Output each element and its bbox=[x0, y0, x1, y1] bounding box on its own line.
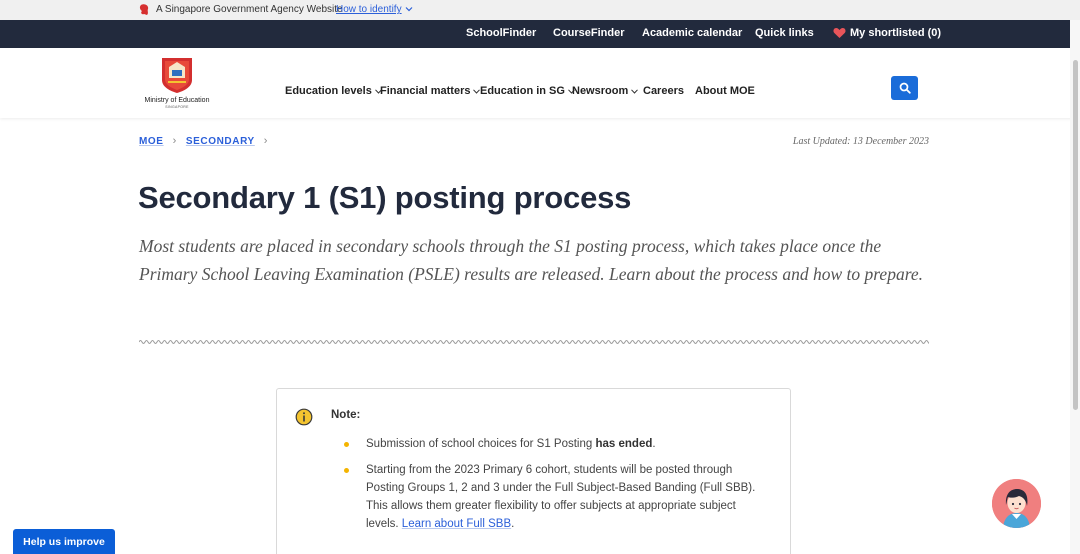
chevron-right-icon: › bbox=[172, 135, 177, 147]
chevron-down-icon[interactable] bbox=[405, 5, 413, 13]
nav-quick-links[interactable]: Quick links bbox=[755, 27, 814, 39]
nav-label: Newsroom bbox=[572, 85, 629, 97]
breadcrumb-moe[interactable]: MOE bbox=[139, 136, 164, 147]
how-to-identify-link[interactable]: How to identify bbox=[336, 4, 402, 15]
nav-about-moe[interactable]: About MOE bbox=[695, 85, 755, 97]
lead-paragraph: Most students are placed in secondary sc… bbox=[139, 236, 924, 284]
nav-label: Education levels bbox=[285, 85, 372, 97]
note-item-end: . bbox=[511, 518, 515, 530]
note-item: Submission of school choices for S1 Post… bbox=[341, 435, 761, 453]
nav-careers[interactable]: Careers bbox=[643, 85, 684, 97]
nav-my-shortlisted[interactable]: My shortlisted (0) bbox=[850, 27, 941, 39]
nav-label: Careers bbox=[643, 85, 684, 97]
main-header: Ministry of Education SINGAPORE Educatio… bbox=[0, 48, 1080, 118]
note-item-text: Submission of school choices for S1 Post… bbox=[366, 438, 596, 450]
search-icon bbox=[899, 82, 911, 94]
page-title: Secondary 1 (S1) posting process bbox=[138, 180, 632, 215]
wavy-divider bbox=[139, 340, 929, 344]
nav-coursefinder[interactable]: CourseFinder bbox=[553, 27, 625, 39]
note-item: Starting from the 2023 Primary 6 cohort,… bbox=[341, 461, 761, 533]
nav-label: About MOE bbox=[695, 85, 755, 97]
government-banner: A Singapore Government Agency Website Ho… bbox=[0, 0, 1080, 20]
chatbot-avatar-icon[interactable] bbox=[992, 479, 1041, 528]
learn-about-full-sbb-link[interactable]: Learn about Full SBB bbox=[402, 518, 511, 530]
scrollbar-thumb[interactable] bbox=[1073, 60, 1078, 410]
heart-icon[interactable] bbox=[833, 27, 846, 39]
note-label: Note: bbox=[331, 409, 361, 421]
chevron-down-icon bbox=[631, 88, 639, 94]
last-updated: Last Updated: 13 December 2023 bbox=[792, 136, 929, 147]
help-us-improve-button[interactable]: Help us improve bbox=[13, 529, 115, 554]
nav-financial-matters[interactable]: Financial matters bbox=[380, 85, 481, 97]
note-callout: Note: Submission of school choices for S… bbox=[276, 388, 791, 554]
moe-logo[interactable]: Ministry of Education SINGAPORE bbox=[143, 56, 211, 116]
nav-education-in-sg[interactable]: Education in SG bbox=[480, 85, 575, 97]
breadcrumb-secondary[interactable]: SECONDARY bbox=[186, 136, 255, 147]
breadcrumb: MOE › SECONDARY › bbox=[139, 135, 277, 147]
nav-label: Financial matters bbox=[380, 85, 471, 97]
nav-schoolfinder[interactable]: SchoolFinder bbox=[466, 27, 536, 39]
nav-education-levels[interactable]: Education levels bbox=[285, 85, 382, 97]
nav-academic-calendar[interactable]: Academic calendar bbox=[642, 27, 742, 39]
lion-head-icon bbox=[139, 4, 149, 15]
bullet-dot bbox=[344, 442, 349, 447]
search-button[interactable] bbox=[891, 76, 918, 100]
note-item-end: . bbox=[652, 438, 656, 450]
info-icon bbox=[295, 408, 313, 426]
utility-nav: SchoolFinder CourseFinder Academic calen… bbox=[0, 20, 1080, 48]
note-list: Submission of school choices for S1 Post… bbox=[341, 435, 761, 541]
logo-country: SINGAPORE bbox=[165, 105, 189, 109]
chatbot-avatar-graphic bbox=[992, 479, 1041, 528]
chevron-right-icon: › bbox=[263, 135, 269, 147]
logo-name: Ministry of Education bbox=[144, 97, 210, 104]
bullet-dot bbox=[344, 468, 349, 473]
moe-crest-icon bbox=[162, 58, 192, 93]
note-item-bold: has ended bbox=[595, 438, 653, 450]
nav-label: Education in SG bbox=[480, 85, 565, 97]
gov-agency-text: A Singapore Government Agency Website bbox=[156, 4, 343, 15]
nav-newsroom[interactable]: Newsroom bbox=[572, 85, 639, 97]
